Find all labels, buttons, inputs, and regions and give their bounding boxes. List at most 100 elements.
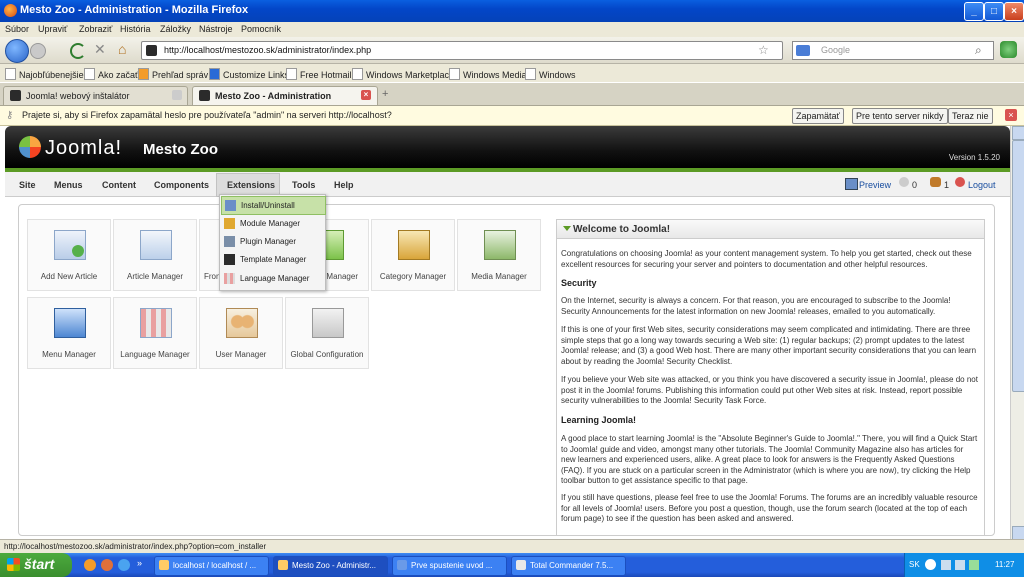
search-engine-icon[interactable]	[796, 45, 810, 56]
menu-extensions[interactable]: Extensions	[227, 180, 275, 190]
logout-icon[interactable]	[955, 177, 965, 187]
app-icon	[159, 560, 169, 570]
card-user-manager[interactable]: User Manager	[199, 297, 283, 369]
close-notification-icon[interactable]: ×	[1005, 109, 1017, 121]
remember-password-button[interactable]: Zapamätať	[792, 108, 844, 124]
scroll-down-icon[interactable]	[1012, 526, 1024, 540]
tray-volume-icon[interactable]	[955, 560, 965, 570]
password-message: Prajete si, aby si Firefox zapamätal hes…	[22, 110, 392, 120]
windows-logo-icon	[7, 558, 20, 571]
card-language-manager[interactable]: Language Manager	[113, 297, 197, 369]
tab-close-icon[interactable]	[172, 90, 182, 100]
card-article-manager[interactable]: Article Manager	[113, 219, 197, 291]
site-name: Mesto Zoo	[143, 141, 218, 158]
bookmark-free-hotmail[interactable]: Free Hotmail	[286, 68, 352, 80]
logout-link[interactable]: Logout	[968, 180, 996, 190]
status-url: http://localhost/mestozoo.sk/administrat…	[4, 542, 267, 551]
card-media-manager[interactable]: Media Manager	[457, 219, 541, 291]
menu-menus[interactable]: Menus	[54, 180, 83, 190]
page-scrollbar[interactable]	[1010, 126, 1024, 540]
quicklaunch-browser-icon[interactable]	[101, 559, 113, 571]
stop-icon[interactable]: ✕	[94, 41, 106, 58]
reload-icon[interactable]	[70, 43, 86, 59]
menu-components[interactable]: Components	[154, 180, 209, 190]
bookmark-windows-media[interactable]: Windows Media	[449, 68, 527, 80]
not-now-button[interactable]: Teraz nie	[948, 108, 993, 124]
bookmark-getting-started[interactable]: Ako začať	[84, 68, 138, 80]
menu-content[interactable]: Content	[102, 180, 136, 190]
security-paragraph-2: If this is one of your first Web sites, …	[561, 325, 977, 366]
taskbar-total-commander[interactable]: Total Commander 7.5...	[511, 556, 626, 576]
taskbar-localhost[interactable]: localhost / localhost / ...	[154, 556, 269, 576]
card-add-new-article[interactable]: Add New Article	[27, 219, 111, 291]
back-button[interactable]	[5, 39, 29, 63]
new-tab-icon[interactable]: +	[382, 88, 398, 102]
media-manager-icon	[484, 230, 516, 260]
preview-link[interactable]: Preview	[859, 180, 891, 190]
messages-icon[interactable]	[899, 177, 909, 187]
search-box[interactable]: Google ⌕	[792, 41, 994, 60]
card-category-manager[interactable]: Category Manager	[371, 219, 455, 291]
tab-joomla-installer[interactable]: Joomla! webový inštalátor	[3, 86, 188, 105]
tray-expand-icon[interactable]	[925, 559, 936, 570]
card-global-configuration[interactable]: Global Configuration	[285, 297, 369, 369]
tab-close-icon[interactable]: ×	[361, 90, 371, 100]
tray-network-icon[interactable]	[941, 560, 951, 570]
menu-site[interactable]: Site	[19, 180, 36, 190]
learning-paragraph-2: If you still have questions, please feel…	[561, 493, 978, 523]
bookmark-customize-links[interactable]: Customize Links	[209, 68, 289, 80]
forward-button[interactable]	[30, 43, 46, 59]
bookmark-star-icon[interactable]: ☆	[758, 43, 769, 57]
menu-file[interactable]: Súbor	[5, 24, 29, 34]
address-bar[interactable]: http://localhost/mestozoo.sk/administrat…	[141, 41, 783, 60]
menu-help[interactable]: Pomocník	[241, 24, 281, 34]
navigation-toolbar: ✕ ⌂ http://localhost/mestozoo.sk/adminis…	[0, 37, 1024, 64]
close-window-button[interactable]: ×	[1004, 2, 1024, 21]
welcome-panel-header[interactable]: Welcome to Joomla!	[557, 220, 984, 239]
bookmark-most-visited[interactable]: Najobľúbenejšie	[5, 68, 84, 80]
dropdown-install-uninstall[interactable]: Install/Uninstall	[221, 196, 326, 215]
menu-bookmarks[interactable]: Záložky	[160, 24, 191, 34]
plugin-icon	[224, 236, 235, 247]
app-icon	[516, 560, 526, 570]
scroll-up-icon[interactable]	[1012, 126, 1024, 140]
joomla-favicon-icon	[199, 90, 210, 101]
menu-edit[interactable]: Upraviť	[38, 24, 67, 34]
taskbar-prve-spustenie[interactable]: Prve spustenie uvod ...	[392, 556, 507, 576]
users-online-count: 1	[944, 180, 950, 190]
search-placeholder: Google	[821, 45, 851, 55]
dropdown-template-manager[interactable]: Template Manager	[221, 251, 324, 268]
quicklaunch-firefox-icon[interactable]	[84, 559, 96, 571]
tray-app-icon[interactable]	[969, 560, 979, 570]
dropdown-language-manager[interactable]: Language Manager	[221, 270, 324, 287]
language-indicator[interactable]: SK	[909, 560, 920, 569]
tab-mesto-zoo-administration[interactable]: Mesto Zoo - Administration ×	[192, 86, 378, 105]
menu-tools[interactable]: Nástroje	[199, 24, 233, 34]
joomla-header: Joomla! Mesto Zoo Version 1.5.20	[5, 126, 1010, 168]
menu-history[interactable]: História	[120, 24, 151, 34]
bookmark-news[interactable]: Prehľad správ	[138, 68, 208, 80]
app-icon	[278, 560, 288, 570]
dropdown-plugin-manager[interactable]: Plugin Manager	[221, 233, 324, 250]
start-button[interactable]: štart	[0, 553, 72, 577]
messages-count[interactable]: 0	[912, 180, 917, 190]
taskbar-mesto-zoo[interactable]: Mesto Zoo - Administr...	[273, 556, 388, 576]
bookmark-windows[interactable]: Windows	[525, 68, 576, 80]
maximize-button[interactable]: □	[984, 2, 1004, 21]
menu-view[interactable]: Zobraziť	[79, 24, 112, 34]
quicklaunch-ie-icon[interactable]	[118, 559, 130, 571]
menu-help[interactable]: Help	[334, 180, 354, 190]
addon-icon[interactable]	[1000, 41, 1017, 58]
minimize-button[interactable]: _	[964, 2, 984, 21]
user-manager-icon	[226, 308, 258, 338]
bookmark-windows-marketplace[interactable]: Windows Marketplace	[352, 68, 454, 80]
never-for-site-button[interactable]: Pre tento server nikdy	[852, 108, 948, 124]
preview-icon[interactable]	[845, 178, 858, 190]
home-icon[interactable]: ⌂	[118, 41, 126, 57]
quicklaunch-more-icon[interactable]: »	[137, 558, 142, 568]
dropdown-module-manager[interactable]: Module Manager	[221, 215, 324, 232]
card-menu-manager[interactable]: Menu Manager	[27, 297, 111, 369]
scroll-thumb[interactable]	[1012, 140, 1024, 392]
menu-tools[interactable]: Tools	[292, 180, 315, 190]
search-magnifier-icon[interactable]: ⌕	[975, 43, 982, 58]
